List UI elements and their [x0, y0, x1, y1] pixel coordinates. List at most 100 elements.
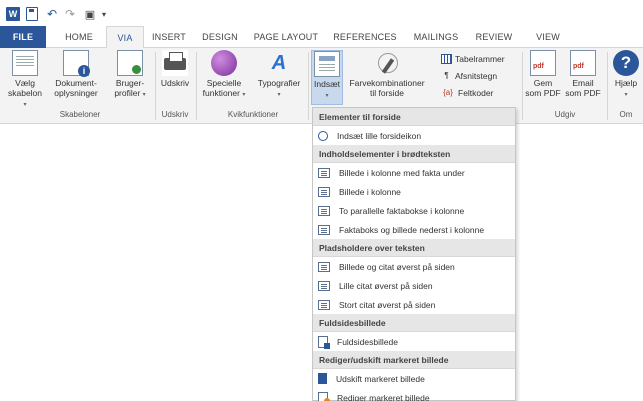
button-label: Gem: [533, 78, 553, 88]
content-block-icon: [318, 186, 330, 197]
menu-item-lille-citat[interactable]: Lille citat øverst på siden: [313, 276, 515, 295]
group-label-skabeloner: Skabeloner: [59, 110, 101, 119]
button-label: som PDF: [565, 88, 601, 98]
menu-item-udskift-billede[interactable]: Udskift markeret billede: [313, 369, 515, 388]
button-label: Specielle: [206, 78, 242, 88]
menu-item-fuldsidesbillede[interactable]: Fuldsidesbillede: [313, 332, 515, 351]
redo-icon[interactable]: ↷: [64, 7, 76, 21]
group-label-kvikfunktioner: Kvikfunktioner: [227, 110, 279, 119]
menu-item-billede-kolonne-fakta[interactable]: Billede i kolonne med fakta under: [313, 163, 515, 182]
help-icon: ?: [613, 50, 639, 76]
group-label-om: Om: [619, 110, 633, 119]
tab-home[interactable]: HOME: [54, 26, 104, 48]
vaelg-skabelon-button[interactable]: Vælg skabelon ▾: [6, 50, 44, 110]
menu-section-header: Pladsholdere over teksten: [313, 239, 515, 257]
replace-image-icon: [318, 373, 327, 384]
user-profile-icon: [117, 50, 143, 76]
menu-item-label: To parallelle faktabokse i kolonne: [339, 205, 465, 216]
tab-page-layout[interactable]: PAGE LAYOUT: [250, 26, 322, 48]
bruger-profiler-button[interactable]: Bruger- profiler ▾: [108, 50, 152, 100]
button-label: oplysninger: [54, 88, 98, 98]
feltkoder-button[interactable]: {a} Feltkoder: [441, 86, 493, 99]
menu-section-header: Elementer til forside: [313, 108, 515, 126]
menu-item-faktaboks-og-billede[interactable]: Faktaboks og billede nederst i kolonne: [313, 220, 515, 239]
pilcrow-icon: ¶: [444, 70, 449, 80]
field-codes-icon: {a}: [443, 87, 453, 97]
menu-item-label: Billede i kolonne: [339, 186, 401, 197]
menu-section-header: Fuldsidesbillede: [313, 314, 515, 332]
button-label: Hjælp: [614, 78, 638, 88]
tab-design[interactable]: DESIGN: [196, 26, 244, 48]
menu-section-header: Rediger/udskift markeret billede: [313, 351, 515, 369]
content-block-icon: [318, 167, 330, 178]
save-icon[interactable]: [26, 7, 38, 21]
menu-item-label: Billede i kolonne med fakta under: [339, 167, 465, 178]
farvekombinationer-button[interactable]: Farvekombinationer til forside: [346, 50, 428, 98]
print-preview-icon[interactable]: ▣: [84, 7, 96, 21]
button-label: til forside: [369, 88, 404, 98]
tab-file[interactable]: FILE: [0, 26, 46, 48]
content-block-icon: [318, 261, 330, 272]
button-label: som PDF: [525, 88, 561, 98]
content-block-icon: [318, 280, 330, 291]
table-frames-icon: [441, 53, 452, 64]
template-document-icon: [12, 50, 38, 76]
button-label: Afsnitstegn: [455, 70, 498, 81]
content-block-icon: [318, 299, 330, 310]
undo-icon[interactable]: ↶: [44, 7, 60, 21]
word-logo-icon: W: [6, 7, 20, 21]
full-page-image-icon: [318, 335, 330, 349]
save-pdf-icon: [530, 50, 556, 76]
email-som-pdf-button[interactable]: Email som PDF: [563, 50, 603, 98]
customize-toolbar-icon[interactable]: ▾: [100, 7, 108, 21]
document-info-icon: [63, 50, 90, 77]
indsaet-button[interactable]: Indsæt ▾: [311, 50, 343, 105]
dokument-oplysninger-button[interactable]: Dokument- oplysninger: [49, 50, 103, 98]
button-label: Typografier: [257, 78, 301, 88]
edit-image-icon: [318, 392, 330, 401]
specielle-funktioner-button[interactable]: Specielle funktioner ▾: [199, 50, 249, 100]
menu-item-to-parallelle-faktabokse[interactable]: To parallelle faktabokse i kolonne: [313, 201, 515, 220]
email-pdf-icon: [570, 50, 596, 76]
tab-view[interactable]: VIEW: [528, 26, 568, 48]
insert-layout-icon: [314, 51, 340, 77]
paint-brush-icon: [374, 50, 400, 76]
tab-mailings[interactable]: MAILINGS: [406, 26, 466, 48]
dropdown-caret-icon: ▾: [142, 92, 146, 98]
typografier-button[interactable]: A Typografier ▾: [252, 50, 306, 100]
content-block-icon: [318, 205, 330, 216]
button-label: Tabelrammer: [455, 53, 505, 64]
gem-som-pdf-button[interactable]: Gem som PDF: [525, 50, 561, 98]
menu-item-rediger-billede[interactable]: Rediger markeret billede: [313, 388, 515, 401]
quick-access-toolbar: W ↶ ↷ ▣ ▾: [0, 0, 643, 26]
printer-icon: [162, 50, 188, 76]
tab-review[interactable]: REVIEW: [470, 26, 518, 48]
button-label: funktioner: [202, 88, 240, 98]
dropdown-caret-icon: ▾: [277, 92, 281, 98]
hjaelp-button[interactable]: ? Hjælp ▾: [611, 50, 641, 100]
dropdown-caret-icon: ▾: [624, 92, 628, 98]
menu-item-label: Faktaboks og billede nederst i kolonne: [339, 224, 485, 235]
button-label: Email: [572, 78, 594, 88]
menu-item-billede-i-kolonne[interactable]: Billede i kolonne: [313, 182, 515, 201]
group-divider: [522, 52, 523, 120]
menu-item-label: Udskift markeret billede: [336, 373, 425, 384]
tab-references[interactable]: REFERENCES: [330, 26, 400, 48]
tab-insert[interactable]: INSERT: [147, 26, 191, 48]
button-label: Vælg: [15, 78, 35, 88]
tabelrammer-button[interactable]: Tabelrammer: [441, 52, 505, 65]
tab-via[interactable]: VIA: [106, 26, 144, 49]
button-label: Bruger-: [115, 78, 145, 88]
afsnitstegn-button[interactable]: ¶ Afsnitstegn: [441, 69, 497, 82]
menu-item-stort-citat[interactable]: Stort citat øverst på siden: [313, 295, 515, 314]
dropdown-caret-icon: ▾: [325, 93, 329, 99]
dropdown-caret-icon: ▾: [23, 102, 27, 108]
udskriv-button[interactable]: Udskriv: [158, 50, 192, 88]
group-divider: [308, 52, 309, 120]
menu-item-billede-og-citat[interactable]: Billede og citat øverst på siden: [313, 257, 515, 276]
menu-section-header: Indholdselementer i brødteksten: [313, 145, 515, 163]
group-label-udskriv: Udskriv: [161, 110, 189, 119]
button-label: Udskriv: [160, 78, 190, 88]
dropdown-caret-icon: ▾: [242, 92, 246, 98]
menu-item-indsaet-lille-forsideikon[interactable]: Indsæt lille forsideikon: [313, 126, 515, 145]
